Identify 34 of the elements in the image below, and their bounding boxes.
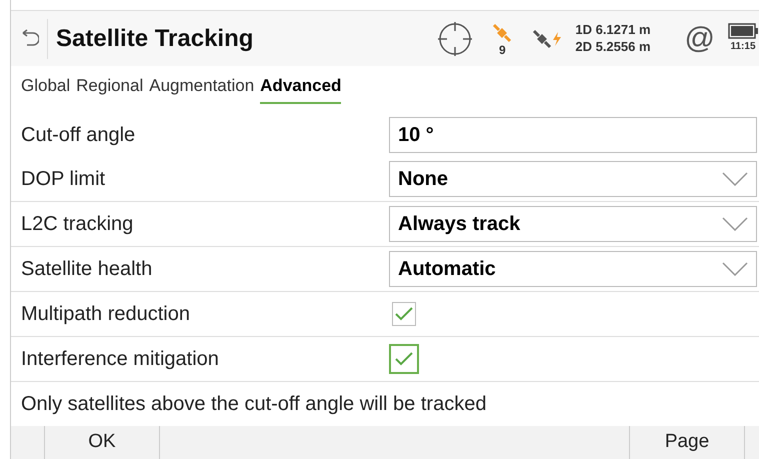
tab[interactable]: Global: [21, 72, 70, 104]
chevron-down-icon: [722, 217, 748, 231]
chevron-down-icon: [722, 172, 748, 186]
page-button[interactable]: Page: [629, 426, 745, 459]
satellite-icon: [491, 22, 514, 44]
tab[interactable]: Augmentation: [149, 72, 254, 104]
battery-icon: [728, 23, 758, 39]
field-label: Multipath reduction: [21, 303, 190, 325]
tab[interactable]: Regional: [76, 72, 144, 104]
lightning-icon: [553, 32, 562, 46]
satellite-icon: [531, 28, 554, 50]
field-label: DOP limit: [21, 168, 106, 190]
ok-button[interactable]: OK: [44, 426, 160, 459]
field-label: Cut-off angle: [21, 124, 136, 146]
checkmark-icon: [395, 307, 413, 321]
tab[interactable]: Advanced: [260, 72, 342, 104]
dropdown[interactable]: None: [389, 161, 757, 197]
window-title: Satellite Tracking: [56, 24, 254, 54]
precision-reading: 2D 5.2556 m: [575, 38, 651, 55]
satellite-count: 9: [499, 44, 506, 56]
hint-text: Only satellites above the cut-off angle will be tracked: [21, 392, 486, 417]
clock-time: 11:15: [730, 40, 756, 54]
chevron-down-icon: [722, 262, 748, 276]
input-field[interactable]: 10 °: [389, 116, 757, 152]
field-label: Interference mitigation: [21, 348, 219, 370]
at-icon[interactable]: @: [684, 24, 715, 54]
checkmark-icon: [395, 352, 413, 366]
field-label: Satellite health: [21, 258, 152, 280]
precision-reading: 1D 6.1271 m: [575, 22, 651, 38]
checkbox[interactable]: [392, 302, 416, 326]
field-label: L2C tracking: [21, 213, 134, 235]
crosshair-icon[interactable]: [437, 20, 474, 56]
dropdown[interactable]: Automatic: [389, 251, 757, 287]
dropdown[interactable]: Always track: [389, 206, 757, 242]
